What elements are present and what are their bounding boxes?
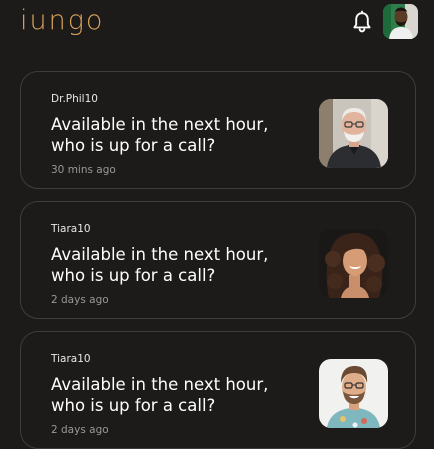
notification-card[interactable]: Tiara10 Available in the next hour, who … [20,331,416,449]
profile-photo[interactable] [319,359,388,428]
profile-photo[interactable] [319,229,388,298]
app-logo[interactable]: iungo [20,6,104,36]
notification-card[interactable]: Dr.Phil10 Available in the next hour, wh… [20,71,416,189]
notification-message: Available in the next hour, who is up fo… [51,115,269,155]
notification-timestamp: 2 days ago [51,294,109,306]
app-header: iungo [0,0,434,50]
notification-username: Tiara10 [51,223,91,235]
user-avatar[interactable] [383,4,418,39]
notification-timestamp: 30 mins ago [51,164,116,176]
notification-username: Tiara10 [51,353,91,365]
bell-icon[interactable] [350,10,374,34]
notification-card[interactable]: Tiara10 Available in the next hour, who … [20,201,416,319]
notification-timestamp: 2 days ago [51,424,109,436]
notification-message: Available in the next hour, who is up fo… [51,245,269,285]
notification-message: Available in the next hour, who is up fo… [51,375,269,415]
profile-photo[interactable] [319,99,388,168]
notification-username: Dr.Phil10 [51,93,98,105]
